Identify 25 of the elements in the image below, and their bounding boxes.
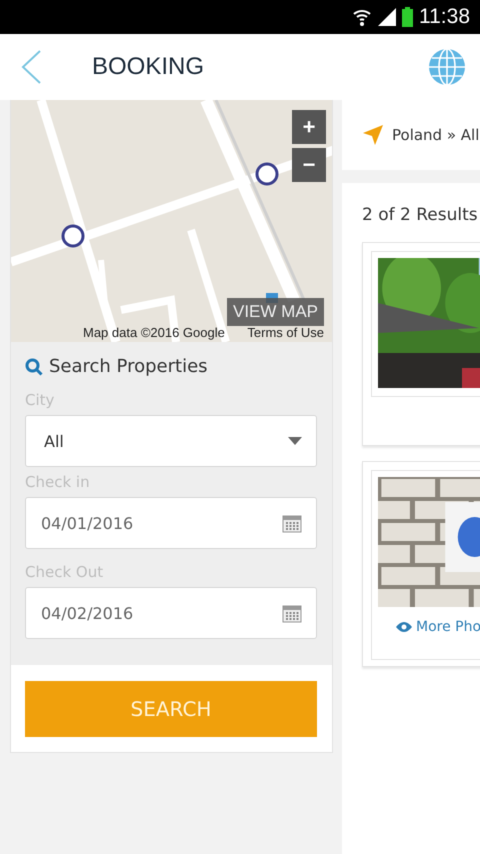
location-arrow-icon: [362, 124, 384, 146]
breadcrumb-text[interactable]: Poland » All: [392, 126, 480, 144]
section-heading: Search Properties: [49, 356, 208, 377]
zoom-in-button[interactable]: +: [292, 110, 326, 144]
view-map-button[interactable]: VIEW MAP: [226, 298, 324, 326]
city-select[interactable]: All: [25, 415, 317, 467]
dropdown-caret-icon: [288, 437, 302, 445]
calendar-icon: [282, 603, 302, 623]
results-count: 2 of 2 Results: [362, 205, 479, 225]
page-title: BOOKING: [92, 53, 206, 81]
date-field[interactable]: 04/01/2016: [25, 497, 317, 549]
globe-icon[interactable]: [428, 48, 466, 86]
terms-link[interactable]: Terms of Use: [247, 325, 324, 340]
map-attribution: Map data ©2016 Google: [83, 325, 225, 340]
zoom-out-button[interactable]: −: [292, 148, 326, 182]
wifi-icon: [352, 7, 372, 27]
more-photos-link[interactable]: More Pho: [396, 619, 480, 635]
eye-icon: [396, 621, 412, 633]
calendar-icon: [282, 513, 302, 533]
signal-icon: [378, 8, 396, 26]
back-icon[interactable]: [20, 50, 42, 84]
clock-time: 11:38: [419, 5, 470, 29]
search-icon: [25, 358, 43, 376]
battery-icon: [402, 7, 413, 27]
date-field[interactable]: 04/02/2016: [25, 587, 317, 639]
